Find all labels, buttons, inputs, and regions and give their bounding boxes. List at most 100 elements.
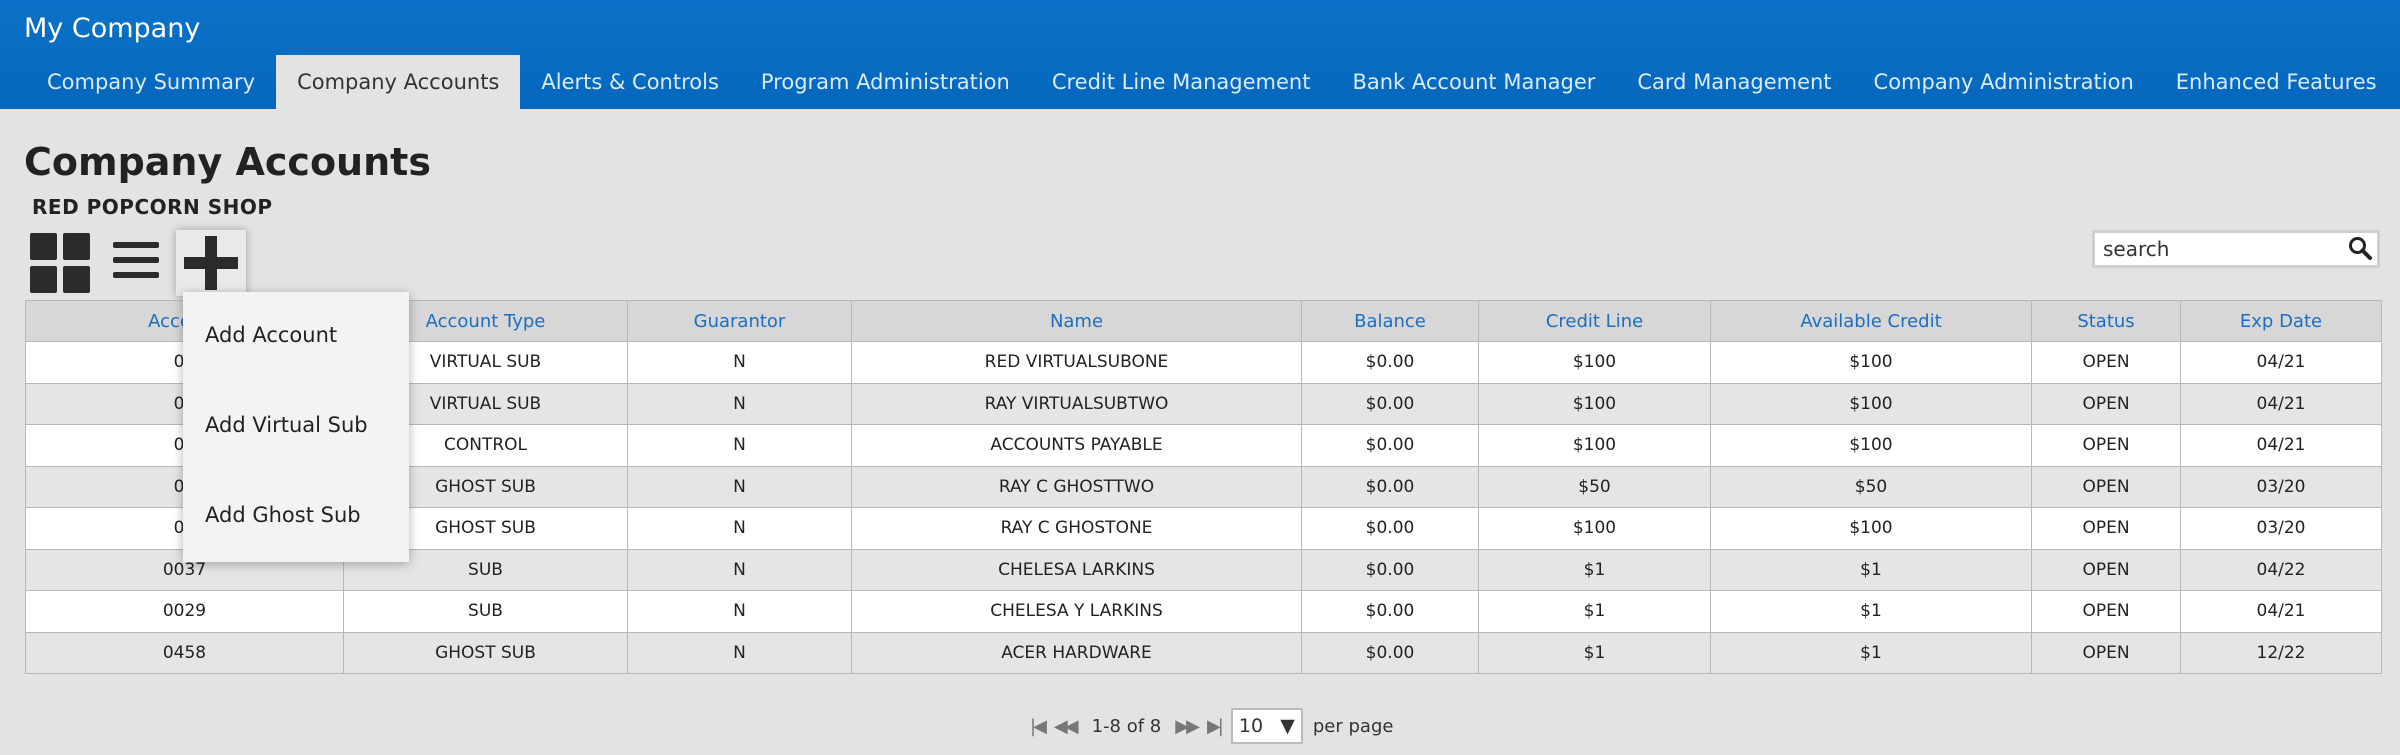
page-range: 1-8 of 8 — [1091, 715, 1162, 737]
cell-exp-date: 04/21 — [2180, 590, 2382, 633]
cell-balance: $0.00 — [1301, 590, 1479, 633]
previous-page-icon[interactable]: ◀◀ — [1054, 716, 1079, 737]
main-nav-tabs: Company Summary Company Accounts Alerts … — [26, 55, 2398, 109]
cell-exp-date: 04/21 — [2180, 424, 2382, 467]
table-row[interactable]: 0029 SUB N CHELESA Y LARKINS $0.00 $1 $1… — [25, 590, 2382, 633]
cell-name: ACCOUNTS PAYABLE — [851, 424, 1302, 467]
cell-status: OPEN — [2031, 382, 2181, 425]
cell-available-credit: $1 — [1710, 548, 2032, 591]
cell-exp-date: 04/21 — [2180, 341, 2382, 384]
cell-balance: $0.00 — [1301, 631, 1479, 674]
cell-exp-date: 12/22 — [2180, 631, 2382, 674]
cell-credit-line: $100 — [1478, 341, 1711, 384]
table-row[interactable]: 0458 GHOST SUB N ACER HARDWARE $0.00 $1 … — [25, 631, 2382, 674]
tab-program-administration[interactable]: Program Administration — [740, 55, 1031, 109]
column-header-name[interactable]: Name — [851, 300, 1302, 342]
search-input[interactable] — [2095, 233, 2335, 265]
cell-credit-line: $100 — [1478, 507, 1711, 550]
chevron-down-icon: ▼ — [1280, 715, 1295, 737]
last-page-icon[interactable]: ▶| — [1207, 716, 1224, 737]
cell-balance: $0.00 — [1301, 382, 1479, 425]
cell-name: CHELESA Y LARKINS — [851, 590, 1302, 633]
cell-available-credit: $100 — [1710, 382, 2032, 425]
pagination: |◀ ◀◀ 1-8 of 8 ▶▶ ▶| 10 ▼ per page — [1030, 707, 1393, 745]
first-page-icon[interactable]: |◀ — [1030, 716, 1047, 737]
search-box — [2092, 230, 2380, 268]
cell-balance: $0.00 — [1301, 507, 1479, 550]
cell-name: RAY C GHOSTONE — [851, 507, 1302, 550]
cell-name: ACER HARDWARE — [851, 631, 1302, 674]
cell-balance: $0.00 — [1301, 548, 1479, 591]
tab-enhanced-features[interactable]: Enhanced Features — [2155, 55, 2398, 109]
cell-exp-date: 04/21 — [2180, 382, 2382, 425]
per-page-label: per page — [1312, 715, 1394, 737]
menu-item-add-account[interactable]: Add Account — [205, 323, 337, 347]
cell-credit-line: $50 — [1478, 465, 1711, 508]
column-header-exp-date[interactable]: Exp Date — [2180, 300, 2382, 342]
search-icon[interactable] — [2347, 235, 2373, 261]
cell-balance: $0.00 — [1301, 341, 1479, 384]
grid-view-icon[interactable] — [30, 233, 90, 293]
cell-guarantor: N — [627, 465, 852, 508]
next-page-icon[interactable]: ▶▶ — [1175, 716, 1200, 737]
column-header-guarantor[interactable]: Guarantor — [627, 300, 852, 342]
tab-credit-line-management[interactable]: Credit Line Management — [1031, 55, 1332, 109]
cell-name: RAY VIRTUALSUBTWO — [851, 382, 1302, 425]
tab-bank-account-manager[interactable]: Bank Account Manager — [1331, 55, 1616, 109]
cell-status: OPEN — [2031, 341, 2181, 384]
cell-status: OPEN — [2031, 424, 2181, 467]
cell-credit-line: $100 — [1478, 424, 1711, 467]
cell-exp-date: 04/22 — [2180, 548, 2382, 591]
tab-alerts-controls[interactable]: Alerts & Controls — [520, 55, 740, 109]
menu-item-add-virtual-sub[interactable]: Add Virtual Sub — [205, 413, 368, 437]
cell-account-type: GHOST SUB — [343, 631, 628, 674]
cell-exp-date: 03/20 — [2180, 507, 2382, 550]
cell-exp-date: 03/20 — [2180, 465, 2382, 508]
cell-credit-line: $100 — [1478, 382, 1711, 425]
cell-credit-line: $1 — [1478, 631, 1711, 674]
cell-guarantor: N — [627, 631, 852, 674]
per-page-select[interactable]: 10 ▼ — [1230, 708, 1303, 744]
tab-company-accounts[interactable]: Company Accounts — [276, 55, 521, 109]
column-header-credit-line[interactable]: Credit Line — [1478, 300, 1711, 342]
cell-guarantor: N — [627, 507, 852, 550]
cell-status: OPEN — [2031, 548, 2181, 591]
cell-balance: $0.00 — [1301, 465, 1479, 508]
cell-guarantor: N — [627, 382, 852, 425]
company-name: RED POPCORN SHOP — [32, 195, 273, 219]
per-page-value: 10 — [1238, 715, 1264, 737]
cell-credit-line: $1 — [1478, 590, 1711, 633]
add-button[interactable] — [176, 230, 246, 296]
cell-guarantor: N — [627, 590, 852, 633]
cell-status: OPEN — [2031, 631, 2181, 674]
cell-account: 0458 — [25, 631, 344, 674]
cell-status: OPEN — [2031, 507, 2181, 550]
cell-status: OPEN — [2031, 465, 2181, 508]
cell-name: RAY C GHOSTTWO — [851, 465, 1302, 508]
list-view-icon[interactable] — [113, 240, 159, 280]
cell-status: OPEN — [2031, 590, 2181, 633]
cell-available-credit: $1 — [1710, 590, 2032, 633]
column-header-status[interactable]: Status — [2031, 300, 2181, 342]
app-title: My Company — [24, 13, 201, 44]
tab-company-summary[interactable]: Company Summary — [26, 55, 276, 109]
cell-guarantor: N — [627, 424, 852, 467]
cell-name: CHELESA LARKINS — [851, 548, 1302, 591]
cell-account: 0029 — [25, 590, 344, 633]
page-title: Company Accounts — [24, 140, 431, 184]
tab-card-management[interactable]: Card Management — [1616, 55, 1852, 109]
cell-guarantor: N — [627, 341, 852, 384]
cell-name: RED VIRTUALSUBONE — [851, 341, 1302, 384]
cell-available-credit: $100 — [1710, 507, 2032, 550]
cell-available-credit: $100 — [1710, 424, 2032, 467]
tab-company-administration[interactable]: Company Administration — [1853, 55, 2155, 109]
column-header-balance[interactable]: Balance — [1301, 300, 1479, 342]
cell-available-credit: $100 — [1710, 341, 2032, 384]
cell-credit-line: $1 — [1478, 548, 1711, 591]
column-header-available-credit[interactable]: Available Credit — [1710, 300, 2032, 342]
cell-available-credit: $1 — [1710, 631, 2032, 674]
add-menu-dropdown: Add Account Add Virtual Sub Add Ghost Su… — [183, 292, 409, 562]
menu-item-add-ghost-sub[interactable]: Add Ghost Sub — [205, 503, 361, 527]
cell-account-type: SUB — [343, 590, 628, 633]
cell-guarantor: N — [627, 548, 852, 591]
